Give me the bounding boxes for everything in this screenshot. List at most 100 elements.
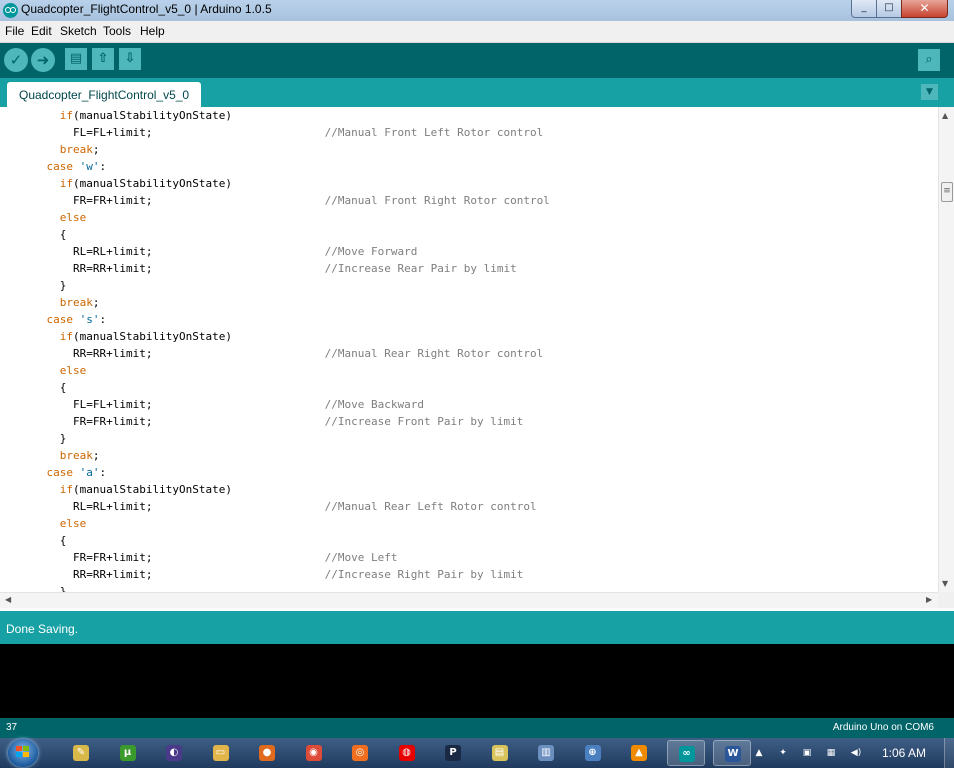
taskbar-item-origin[interactable]: ◎: [341, 740, 379, 766]
tray-app-icon[interactable]: ▣: [801, 747, 813, 759]
volume-icon[interactable]: ◀): [848, 747, 864, 759]
menu-tools[interactable]: Tools: [103, 24, 131, 38]
code-line[interactable]: FL=FL+limit; //Move Backward: [20, 396, 424, 413]
dropbox-icon[interactable]: ✦: [777, 747, 789, 759]
code-keyword: break: [59, 296, 93, 309]
code-line[interactable]: RR=RR+limit; //Increase Right Pair by li…: [20, 566, 523, 583]
menu-help[interactable]: Help: [140, 24, 165, 38]
code-line[interactable]: RR=RR+limit; //Increase Rear Pair by lim…: [20, 260, 517, 277]
code-line[interactable]: else: [20, 362, 87, 379]
code-string: 'w': [79, 160, 100, 173]
code-line[interactable]: }: [20, 583, 67, 592]
taskbar-item-firefox[interactable]: ●: [248, 740, 286, 766]
taskbar-item-eclipse[interactable]: ◐: [155, 740, 193, 766]
code-line[interactable]: case 'w':: [20, 158, 107, 175]
menu-edit[interactable]: Edit: [31, 24, 52, 38]
console-output[interactable]: [0, 644, 954, 718]
code-line[interactable]: break;: [20, 294, 100, 311]
taskbar-item-pandora[interactable]: P: [434, 740, 472, 766]
verify-button[interactable]: ✓: [4, 48, 28, 72]
code-line[interactable]: if(manualStabilityOnState): [20, 328, 232, 345]
code-text: }: [20, 432, 67, 445]
origin-icon: ◎: [352, 745, 368, 761]
code-text: FR=FR+limit;: [20, 415, 325, 428]
tab-menu-chevron-down-icon[interactable]: ▼: [921, 84, 938, 100]
code-keyword: break: [59, 449, 93, 462]
code-line[interactable]: case 'a':: [20, 464, 107, 481]
minimize-button[interactable]: _: [851, 0, 877, 18]
code-editor[interactable]: if(manualStabilityOnState) FL=FL+limit; …: [0, 107, 938, 592]
vlc-icon: ▲: [631, 745, 647, 761]
code-keyword: else: [59, 211, 87, 224]
taskbar-item-utorrent[interactable]: µ: [109, 740, 147, 766]
serial-monitor-icon[interactable]: ⌕: [918, 49, 940, 71]
code-line[interactable]: }: [20, 277, 67, 294]
maximize-button[interactable]: □: [876, 0, 902, 18]
code-line[interactable]: RR=RR+limit; //Manual Rear Right Rotor c…: [20, 345, 543, 362]
code-keyword: else: [59, 517, 87, 530]
code-line[interactable]: {: [20, 226, 67, 243]
save-sketch-button[interactable]: ⇩: [119, 48, 141, 70]
code-text: (manualStabilityOnState): [73, 109, 232, 122]
code-keyword: if: [59, 330, 73, 343]
taskbar-item-vodafone[interactable]: ◍: [388, 740, 426, 766]
code-line[interactable]: }: [20, 430, 67, 447]
taskbar-item-word[interactable]: W: [713, 740, 751, 766]
taskbar-item-arduino[interactable]: ∞: [666, 740, 705, 766]
code-line[interactable]: else: [20, 515, 87, 532]
start-button[interactable]: [5, 738, 45, 768]
firefox-icon: ●: [259, 745, 275, 761]
arduino-app-icon: [3, 3, 18, 18]
code-text: FR=FR+limit;: [20, 194, 325, 207]
scroll-left-icon[interactable]: ◀: [5, 595, 11, 604]
code-text: {: [20, 381, 67, 394]
scroll-down-icon[interactable]: ▼: [942, 579, 948, 588]
taskbar-item-documents[interactable]: ▥: [527, 740, 565, 766]
taskbar-item-chrome[interactable]: ◉: [295, 740, 333, 766]
taskbar-item-notepad[interactable]: ✎: [62, 740, 100, 766]
close-button[interactable]: ✕: [901, 0, 948, 18]
code-line[interactable]: if(manualStabilityOnState): [20, 481, 232, 498]
new-sketch-button[interactable]: ▤: [65, 48, 87, 70]
clock[interactable]: 1:06 AM: [882, 746, 926, 760]
code-text: RL=RL+limit;: [20, 500, 325, 513]
pandora-icon: P: [445, 745, 461, 761]
tray-expand-icon[interactable]: ▲: [753, 747, 765, 759]
vertical-scroll-thumb[interactable]: ≡: [941, 182, 953, 202]
code-line[interactable]: break;: [20, 141, 100, 158]
scroll-up-icon[interactable]: ▲: [942, 111, 948, 120]
code-line[interactable]: RL=RL+limit; //Move Forward: [20, 243, 417, 260]
taskbar-item-sticky-notes[interactable]: ▤: [481, 740, 519, 766]
code-line[interactable]: {: [20, 532, 67, 549]
code-line[interactable]: RL=RL+limit; //Manual Rear Left Rotor co…: [20, 498, 537, 515]
code-line[interactable]: {: [20, 379, 67, 396]
menu-file[interactable]: File: [5, 24, 24, 38]
code-line[interactable]: FL=FL+limit; //Manual Front Left Rotor c…: [20, 124, 543, 141]
code-line[interactable]: case 's':: [20, 311, 107, 328]
code-line[interactable]: if(manualStabilityOnState): [20, 175, 232, 192]
taskbar-item-vlc[interactable]: ▲: [620, 740, 658, 766]
horizontal-scrollbar[interactable]: ◀ ▶: [0, 592, 938, 608]
code-comment: //Move Left: [324, 551, 398, 564]
code-text: :: [99, 160, 107, 173]
upload-button[interactable]: ➜: [31, 48, 55, 72]
code-line[interactable]: FR=FR+limit; //Increase Front Pair by li…: [20, 413, 523, 430]
window-title: Quadcopter_FlightControl_v5_0 | Arduino …: [21, 2, 272, 16]
code-line[interactable]: else: [20, 209, 87, 226]
code-text: }: [20, 585, 67, 592]
code-line[interactable]: if(manualStabilityOnState): [20, 107, 232, 124]
network-icon[interactable]: ▦: [825, 747, 837, 759]
scroll-right-icon[interactable]: ▶: [926, 595, 932, 604]
code-line[interactable]: FR=FR+limit; //Manual Front Right Rotor …: [20, 192, 550, 209]
open-sketch-button[interactable]: ⇧: [92, 48, 114, 70]
menu-sketch[interactable]: Sketch: [60, 24, 97, 38]
code-line[interactable]: break;: [20, 447, 100, 464]
tab-sketch[interactable]: Quadcopter_FlightControl_v5_0: [7, 82, 202, 107]
taskbar-item-network[interactable]: ⊕: [574, 740, 612, 766]
show-desktop-button[interactable]: [944, 738, 954, 768]
taskbar-item-explorer[interactable]: ▭: [202, 740, 240, 766]
vertical-scrollbar[interactable]: ▲ ≡ ▼: [938, 107, 954, 592]
code-line[interactable]: FR=FR+limit; //Move Left: [20, 549, 398, 566]
